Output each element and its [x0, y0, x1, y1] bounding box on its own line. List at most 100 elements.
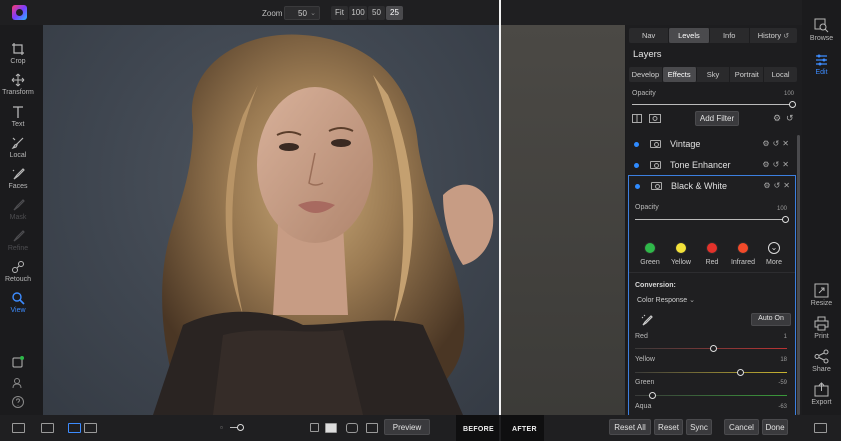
preset-green[interactable]: Green: [635, 242, 665, 266]
text-overlay-icon[interactable]: [325, 423, 337, 433]
photo-canvas-after[interactable]: [500, 25, 625, 415]
tool-faces[interactable]: Faces: [0, 167, 36, 190]
cancel-button[interactable]: Cancel: [724, 419, 759, 435]
retouch-icon: [12, 261, 24, 273]
tool-view[interactable]: View: [0, 291, 36, 314]
filter-row-tone-enhancer[interactable]: Tone Enhancer ⚙↺✕: [626, 155, 796, 176]
tab-develop[interactable]: Develop: [629, 67, 663, 82]
tool-text[interactable]: Text: [0, 105, 36, 128]
zoom-slider-knob[interactable]: [237, 424, 244, 431]
tool-export-label: Export: [811, 399, 832, 406]
filter-row-vintage[interactable]: Vintage ⚙↺✕: [626, 134, 796, 155]
filmstrip-icon[interactable]: [41, 423, 54, 433]
zoom-50-button[interactable]: 50: [368, 6, 385, 20]
mask-view-icon[interactable]: [649, 114, 661, 123]
tool-local[interactable]: Local: [0, 136, 36, 159]
done-button[interactable]: Done: [762, 419, 788, 435]
crop-icon: [12, 43, 24, 55]
reset-all-button[interactable]: Reset All: [609, 419, 651, 435]
zoom-select[interactable]: 50 ⌄: [284, 6, 320, 20]
zoom-25-button[interactable]: 25: [386, 6, 403, 20]
tool-transform[interactable]: Transform: [0, 73, 36, 96]
tab-info[interactable]: Info: [710, 28, 750, 43]
tool-resize[interactable]: Resize: [802, 283, 841, 307]
layer-opacity-slider[interactable]: [632, 104, 794, 105]
tool-resize-label: Resize: [810, 300, 833, 307]
reset-icon[interactable]: ↺: [786, 113, 794, 124]
add-filter-button[interactable]: Add Filter: [695, 111, 739, 126]
preview-button[interactable]: Preview: [384, 419, 430, 435]
tool-user[interactable]: [0, 376, 36, 392]
tool-plugin[interactable]: [0, 355, 36, 371]
chevron-down-icon: ⌄: [689, 297, 696, 304]
single-view-icon[interactable]: [68, 423, 81, 433]
photo-canvas-before[interactable]: [43, 25, 500, 415]
eyedropper-icon[interactable]: [641, 314, 653, 326]
tool-crop[interactable]: Crop: [0, 42, 36, 65]
tab-portrait[interactable]: Portrait: [730, 67, 765, 82]
filter-actions[interactable]: ⚙↺✕: [763, 181, 793, 190]
left-toolbar: Crop Transform Text Local Faces Mask Ref…: [0, 25, 36, 441]
tab-nav[interactable]: Nav: [629, 28, 670, 43]
tool-export[interactable]: Export: [802, 382, 841, 406]
tool-faces-label: Faces: [8, 183, 28, 190]
preset-more[interactable]: ⌄ More: [759, 242, 789, 266]
zoom-100-button[interactable]: 100: [349, 6, 367, 20]
slider-track-yellow[interactable]: [635, 372, 787, 373]
preset-red[interactable]: Red: [697, 242, 727, 266]
toggle-right-panel-icon[interactable]: [814, 423, 827, 433]
tool-help[interactable]: [0, 395, 36, 411]
layer-opacity-knob[interactable]: [789, 101, 796, 108]
filter-enabled-dot[interactable]: [634, 163, 639, 168]
filter-enabled-dot[interactable]: [635, 184, 640, 189]
bw-opacity-knob[interactable]: [782, 216, 789, 223]
tool-mask[interactable]: Mask: [0, 198, 36, 221]
mask-overlay-icon[interactable]: [310, 423, 319, 432]
reset-button[interactable]: Reset: [654, 419, 683, 435]
tab-history[interactable]: History ↺: [750, 28, 797, 43]
tool-local-label: Local: [9, 152, 27, 159]
zoom-out-icon[interactable]: ▫: [220, 423, 223, 432]
slider-knob-yellow[interactable]: [737, 369, 744, 376]
zoom-value: 50: [298, 9, 307, 18]
tab-local[interactable]: Local: [764, 67, 797, 82]
tool-edit[interactable]: Edit: [802, 52, 841, 76]
toggle-left-panel-icon[interactable]: [12, 423, 25, 433]
paint-overlay-icon[interactable]: [346, 423, 358, 433]
preset-infrared[interactable]: Infrared: [728, 242, 758, 266]
tool-browse[interactable]: Browse: [802, 18, 841, 42]
resize-icon: [814, 283, 829, 298]
preset-yellow[interactable]: Yellow: [666, 242, 696, 266]
tool-retouch[interactable]: Retouch: [0, 260, 36, 283]
mask-icon[interactable]: [650, 140, 661, 148]
before-after-divider-handle[interactable]: [499, 0, 501, 441]
sync-button[interactable]: Sync: [686, 419, 712, 435]
slider-track-green[interactable]: [635, 395, 787, 396]
filter-actions[interactable]: ⚙↺✕: [762, 139, 792, 148]
mask-icon: [13, 199, 25, 211]
panel-scrollbar[interactable]: [797, 135, 800, 415]
tab-effects[interactable]: Effects: [662, 67, 697, 82]
slider-knob-red[interactable]: [710, 345, 717, 352]
tool-print[interactable]: Print: [802, 316, 841, 340]
tool-share[interactable]: Share: [802, 349, 841, 373]
gear-icon[interactable]: ⚙: [773, 113, 781, 124]
layer-opacity-label: Opacity: [632, 90, 656, 97]
tab-levels[interactable]: Levels: [669, 28, 710, 43]
slider-knob-green[interactable]: [649, 392, 656, 399]
split-view-icon[interactable]: [84, 423, 97, 433]
auto-on-button[interactable]: Auto On: [751, 313, 791, 326]
filter-row-black-white[interactable]: Black & White ⚙↺✕: [627, 176, 797, 197]
tool-refine[interactable]: Refine: [0, 229, 36, 252]
mask-icon[interactable]: [651, 182, 662, 190]
filter-actions[interactable]: ⚙↺✕: [762, 160, 792, 169]
clipping-icon[interactable]: [366, 423, 378, 433]
preset-label: Infrared: [730, 259, 756, 266]
conversion-mode-select[interactable]: Color Response ⌄: [637, 296, 695, 304]
compare-icon[interactable]: [632, 114, 642, 123]
filter-enabled-dot[interactable]: [634, 142, 639, 147]
mask-icon[interactable]: [650, 161, 661, 169]
bw-opacity-slider[interactable]: [635, 219, 787, 220]
zoom-fit-button[interactable]: Fit: [331, 6, 348, 20]
tab-sky[interactable]: Sky: [697, 67, 731, 82]
